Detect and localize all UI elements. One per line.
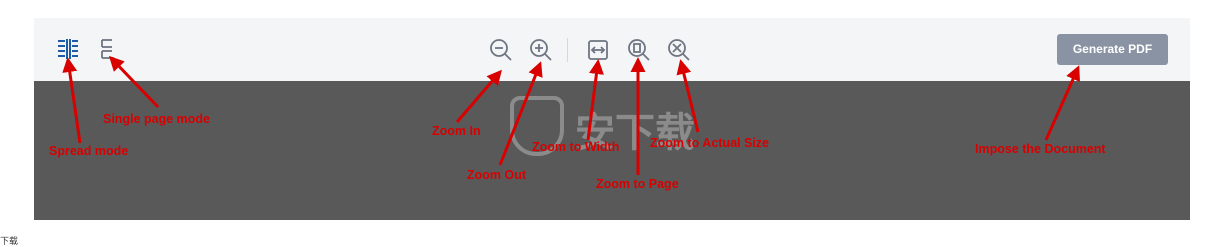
zoom-in-icon[interactable] bbox=[529, 38, 553, 62]
watermark: 安下载 bbox=[500, 88, 730, 168]
zoom-out-icon[interactable] bbox=[489, 38, 513, 62]
actual-size-icon[interactable] bbox=[667, 38, 691, 62]
toolbar bbox=[34, 18, 1190, 81]
fit-page-icon[interactable] bbox=[627, 38, 651, 62]
fit-width-icon[interactable] bbox=[587, 39, 609, 61]
annotation-zoom-to-page: Zoom to Page bbox=[596, 177, 679, 191]
corner-text: 下载 bbox=[0, 237, 19, 247]
annotation-zoom-to-width: Zoom to Width bbox=[532, 140, 620, 154]
generate-pdf-button[interactable]: Generate PDF bbox=[1057, 34, 1168, 65]
annotation-zoom-actual-size: Zoom to Actual Size bbox=[650, 136, 769, 150]
annotation-spread-mode: Spread mode bbox=[49, 144, 129, 158]
annotation-impose-document: Impose the Document bbox=[975, 142, 1106, 156]
annotation-zoom-in: Zoom In bbox=[432, 124, 481, 138]
single-page-icon[interactable] bbox=[99, 38, 117, 60]
spread-mode-icon[interactable] bbox=[57, 38, 79, 60]
annotation-zoom-out: Zoom Out bbox=[467, 168, 527, 182]
toolbar-separator bbox=[567, 38, 568, 62]
annotation-single-page-mode: Single page mode bbox=[103, 112, 210, 126]
